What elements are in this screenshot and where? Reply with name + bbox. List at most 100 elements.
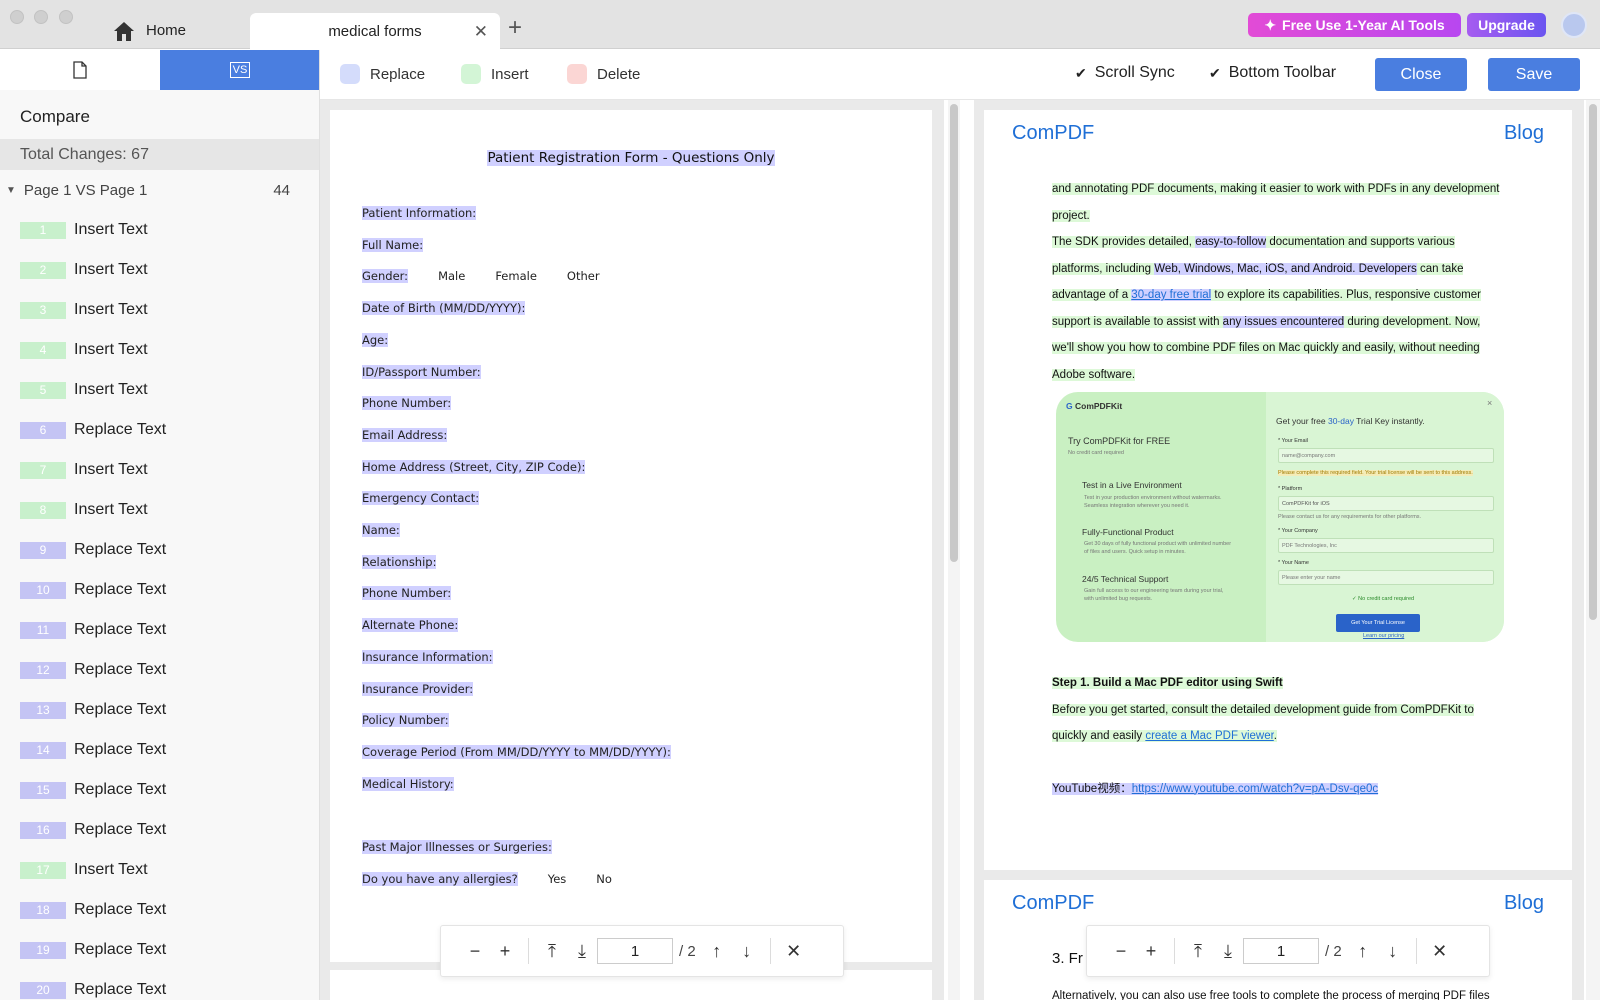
change-item[interactable]: 20 Replace Text <box>0 970 319 1000</box>
name-field-image: Please enter your name <box>1278 570 1494 585</box>
change-item[interactable]: 1 Insert Text <box>0 210 319 250</box>
close-toolbar-icon[interactable]: ✕ <box>1425 936 1455 966</box>
free-trial-link[interactable]: 30-day free trial <box>1131 289 1212 301</box>
page-number-input[interactable]: 1 <box>1243 938 1319 964</box>
p2e-text: Developers <box>1355 262 1417 275</box>
form-question: Emergency Contact: <box>362 491 480 506</box>
compdf-brand: ComPDF <box>1012 122 1095 144</box>
zoom-in-icon[interactable]: + <box>1136 936 1166 966</box>
change-number-badge: 17 <box>20 861 66 879</box>
tab-document[interactable] <box>0 50 160 90</box>
page-group-count: 44 <box>273 181 290 199</box>
legend-delete-label: Delete <box>597 65 641 83</box>
change-item[interactable]: 14 Replace Text <box>0 730 319 770</box>
last-change-icon[interactable]: ⤓ <box>567 936 597 966</box>
right-scrollbar[interactable] <box>1586 100 1600 1000</box>
change-item[interactable]: 5 Insert Text <box>0 370 319 410</box>
tab-medical-forms[interactable]: medical forms ✕ <box>250 13 500 50</box>
trial-image-logo: G ComPDFKit <box>1066 401 1122 411</box>
trial-sub: No credit card required <box>1068 450 1124 456</box>
change-item[interactable]: 9 Replace Text <box>0 530 319 570</box>
upgrade-button[interactable]: Upgrade <box>1467 13 1546 37</box>
form-question-text: Phone Number: <box>362 396 452 411</box>
tab-home[interactable]: Home <box>104 12 246 49</box>
change-list: 1 Insert Text 2 Insert Text 3 Insert Text 4 Ins… <box>0 210 319 1000</box>
form-title: Patient Registration Form - Questions On… <box>330 150 932 166</box>
prev-change-icon[interactable]: ↑ <box>1348 936 1378 966</box>
change-item-label: Insert Text <box>74 861 148 878</box>
blog-label-page2: Blog <box>1503 892 1544 914</box>
change-item[interactable]: 11 Replace Text <box>0 610 319 650</box>
change-item[interactable]: 15 Replace Text <box>0 770 319 810</box>
change-item[interactable]: 6 Replace Text <box>0 410 319 450</box>
avatar[interactable] <box>1561 12 1587 38</box>
zoom-out-icon[interactable]: − <box>460 936 490 966</box>
home-icon <box>114 21 134 41</box>
left-scrollbar-thumb[interactable] <box>950 104 958 562</box>
change-item-label: Insert Text <box>74 341 148 358</box>
change-item-label: Replace Text <box>74 781 167 798</box>
tab-vs[interactable]: VS <box>160 50 319 90</box>
form-question-text: Phone Number: <box>362 586 452 601</box>
left-document-pane[interactable]: Patient Registration Form - Questions On… <box>320 100 944 1000</box>
allergy-option: Yes <box>547 871 567 886</box>
window-close-button[interactable] <box>10 10 24 24</box>
form-question: ID/Passport Number: <box>362 364 481 379</box>
change-item[interactable]: 2 Insert Text <box>0 250 319 290</box>
document-icon <box>73 61 87 79</box>
platform-hint: Please contact us for any requirements f… <box>1278 514 1422 520</box>
change-item[interactable]: 3 Insert Text <box>0 290 319 330</box>
window-zoom-button[interactable] <box>59 10 73 24</box>
bottom-toolbar-checkbox[interactable]: ✔ Bottom Toolbar <box>1209 64 1336 82</box>
close-toolbar-icon[interactable]: ✕ <box>779 936 809 966</box>
change-item[interactable]: 16 Replace Text <box>0 810 319 850</box>
form-question: Full Name: <box>362 237 424 252</box>
left-scrollbar[interactable] <box>948 100 960 1000</box>
change-item[interactable]: 12 Replace Text <box>0 650 319 690</box>
legend-replace: Replace <box>340 64 425 84</box>
change-item-label: Insert Text <box>74 301 148 318</box>
youtube-link[interactable]: https://www.youtube.com/watch?v=pA-Dsv-q… <box>1131 782 1379 795</box>
window-minimize-button[interactable] <box>34 10 48 24</box>
email-placeholder: name@company.com <box>1282 453 1336 459</box>
replace-swatch <box>340 64 360 84</box>
zoom-out-icon[interactable]: − <box>1106 936 1136 966</box>
mac-pdf-viewer-link[interactable]: create a Mac PDF viewer <box>1145 730 1274 742</box>
change-number-badge: 4 <box>20 341 66 359</box>
scroll-sync-checkbox[interactable]: ✔ Scroll Sync <box>1075 64 1175 82</box>
zoom-in-icon[interactable]: + <box>490 936 520 966</box>
change-item[interactable]: 8 Insert Text <box>0 490 319 530</box>
trial-license-button-image: Get Your Trial License <box>1336 614 1420 632</box>
change-item-label: Replace Text <box>74 741 167 758</box>
right-scrollbar-thumb[interactable] <box>1589 104 1597 620</box>
feature-3: 24/5 Technical Support <box>1082 574 1169 584</box>
change-item[interactable]: 17 Insert Text <box>0 850 319 890</box>
page-group-row[interactable]: ▼ Page 1 VS Page 1 44 <box>0 175 319 205</box>
next-change-icon[interactable]: ↓ <box>1378 936 1408 966</box>
tab-close-icon[interactable]: ✕ <box>474 23 488 40</box>
page-group-label: Page 1 VS Page 1 <box>23 181 148 199</box>
prev-change-icon[interactable]: ↑ <box>702 936 732 966</box>
youtube-line: YouTube视频：https://www.youtube.com/watch?… <box>1052 776 1504 803</box>
page-number-input[interactable]: 1 <box>597 938 673 964</box>
change-number-badge: 16 <box>20 821 66 839</box>
free-ai-tools-button[interactable]: ✦ Free Use 1-Year AI Tools <box>1248 13 1461 37</box>
change-item[interactable]: 4 Insert Text <box>0 330 319 370</box>
change-item[interactable]: 19 Replace Text <box>0 930 319 970</box>
next-change-icon[interactable]: ↓ <box>732 936 762 966</box>
form-question-text: ID/Passport Number: <box>362 364 481 379</box>
change-item[interactable]: 10 Replace Text <box>0 570 319 610</box>
first-change-icon[interactable]: ⤒ <box>1183 936 1213 966</box>
last-change-icon[interactable]: ⤓ <box>1213 936 1243 966</box>
new-tab-icon[interactable]: + <box>508 16 522 40</box>
form-question-text: Do you have any allergies? <box>362 871 518 886</box>
change-item[interactable]: 18 Replace Text <box>0 890 319 930</box>
save-button[interactable]: Save <box>1488 58 1580 91</box>
close-button[interactable]: Close <box>1375 58 1467 91</box>
change-item[interactable]: 7 Insert Text <box>0 450 319 490</box>
change-item[interactable]: 13 Replace Text <box>0 690 319 730</box>
name-label: * Your Name <box>1278 560 1309 566</box>
first-change-icon[interactable]: ⤒ <box>537 936 567 966</box>
change-number-badge: 15 <box>20 781 66 799</box>
trial-image-form: Get your free 30-day Trial Key instantly… <box>1266 392 1504 642</box>
